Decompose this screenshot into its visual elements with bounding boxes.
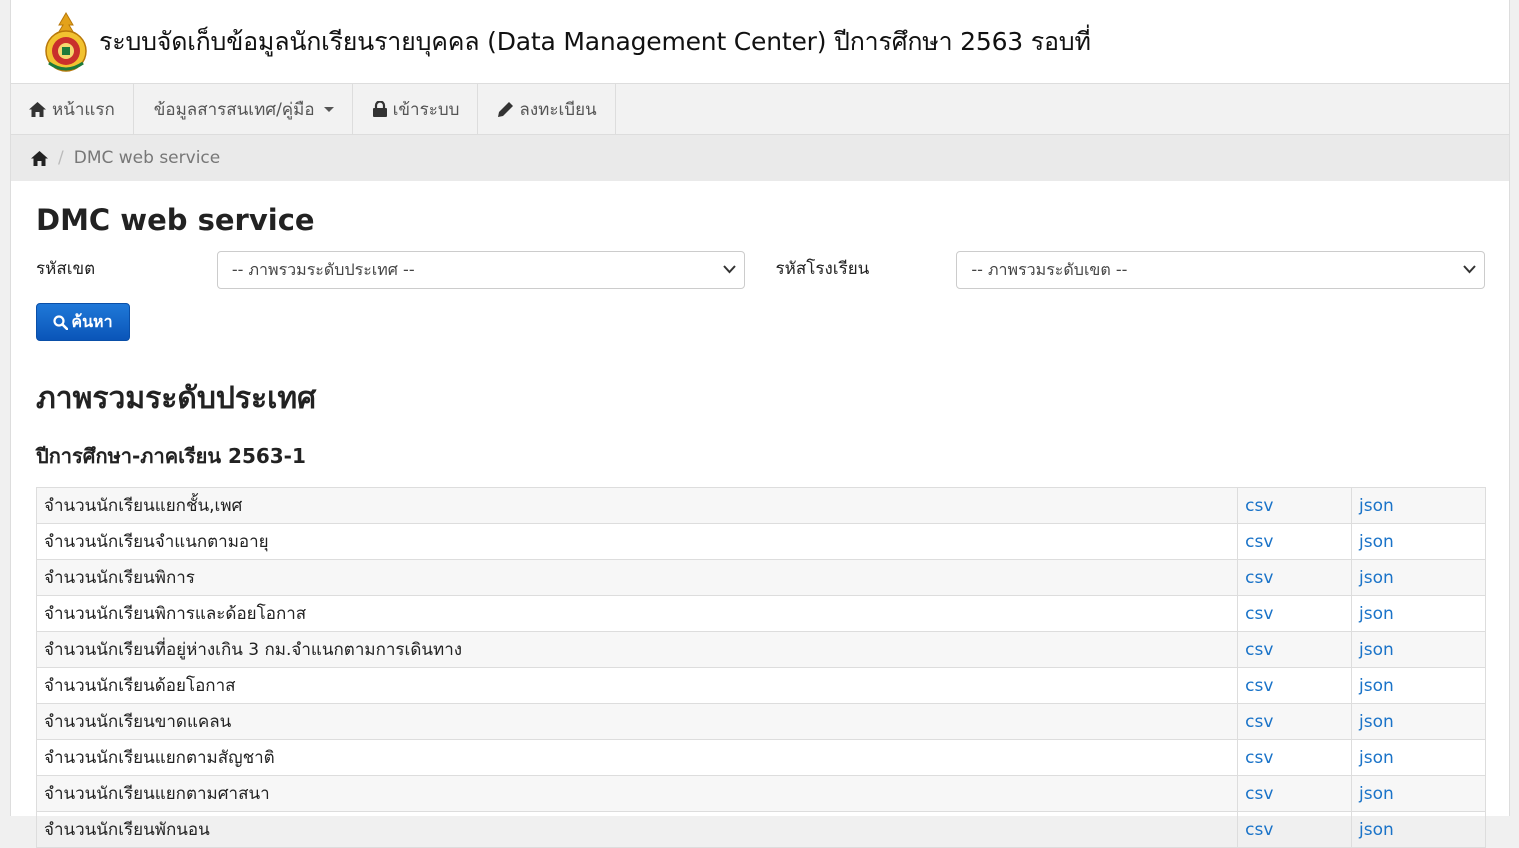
row-label: จำนวนนักเรียนด้อยโอกาส	[35, 667, 1239, 704]
chevron-down-icon	[1463, 265, 1476, 274]
csv-link[interactable]: csv	[1245, 568, 1273, 588]
table-row: จำนวนนักเรียนด้อยโอกาส csv json	[35, 667, 1486, 704]
table-row: จำนวนนักเรียนพักนอน csv json	[35, 811, 1486, 848]
json-link[interactable]: json	[1359, 748, 1394, 768]
section-subtitle: ปีการศึกษา-ภาคเรียน 2563-1	[36, 444, 306, 468]
row-label: จำนวนนักเรียนแยกตามสัญชาติ	[35, 739, 1239, 776]
filter-row: รหัสเขต -- ภาพรวมระดับประเทศ -- รหัสโรงเ…	[36, 251, 1485, 291]
district-label: รหัสเขต	[36, 259, 96, 279]
row-label: จำนวนนักเรียนแยกชั้น,เพศ	[35, 487, 1239, 524]
csv-link[interactable]: csv	[1245, 496, 1273, 516]
ministry-logo[interactable]	[43, 11, 89, 73]
breadcrumb-separator: /	[58, 148, 64, 168]
page-container: ระบบจัดเก็บข้อมูลนักเรียนรายบุคคล (Data …	[10, 0, 1510, 848]
row-label: จำนวนนักเรียนพิการและด้อยโอกาส	[35, 595, 1239, 632]
row-label: จำนวนนักเรียนจำแนกตามอายุ	[35, 523, 1239, 560]
school-select-value: -- ภาพรวมระดับเขต --	[971, 259, 1128, 279]
table-row: จำนวนนักเรียนจำแนกตามอายุ csv json	[35, 523, 1486, 560]
site-title: ระบบจัดเก็บข้อมูลนักเรียนรายบุคคล (Data …	[99, 26, 1091, 56]
search-button[interactable]: ค้นหา	[36, 303, 130, 341]
json-link[interactable]: json	[1359, 640, 1394, 660]
table-row: จำนวนนักเรียนแยกชั้น,เพศ csv json	[35, 487, 1486, 524]
search-icon	[53, 314, 69, 330]
json-link[interactable]: json	[1359, 712, 1394, 732]
nav-login[interactable]: เข้าระบบ	[353, 84, 479, 134]
nav-info-dropdown[interactable]: ข้อมูลสารสนเทศ/คู่มือ	[134, 84, 353, 134]
home-icon[interactable]	[31, 150, 48, 166]
chevron-down-icon	[722, 265, 736, 274]
json-link[interactable]: json	[1359, 532, 1394, 552]
main-content: DMC web service รหัสเขต -- ภาพรวมระดับปร…	[11, 181, 1509, 848]
lock-icon	[372, 101, 387, 117]
row-label: จำนวนนักเรียนพักนอน	[35, 811, 1239, 848]
home-icon	[29, 101, 46, 117]
section-title: ภาพรวมระดับประเทศ	[36, 381, 317, 416]
nav-home[interactable]: หน้าแรก	[11, 84, 134, 134]
data-table: จำนวนนักเรียนแยกชั้น,เพศ csv json จำนวนน…	[35, 487, 1486, 848]
csv-link[interactable]: csv	[1245, 604, 1273, 624]
csv-link[interactable]: csv	[1245, 676, 1273, 696]
json-link[interactable]: json	[1359, 784, 1394, 804]
nav-home-label: หน้าแรก	[52, 99, 115, 120]
school-select[interactable]: -- ภาพรวมระดับเขต --	[956, 251, 1485, 289]
nav-register-label: ลงทะเบียน	[519, 99, 597, 120]
csv-link[interactable]: csv	[1245, 640, 1273, 660]
nav-register[interactable]: ลงทะเบียน	[478, 84, 616, 134]
json-link[interactable]: json	[1359, 676, 1394, 696]
chevron-down-icon	[323, 106, 334, 112]
json-link[interactable]: json	[1359, 604, 1394, 624]
table-row: จำนวนนักเรียนที่อยู่ห่างเกิน 3 กม.จำแนกต…	[35, 631, 1486, 668]
table-row: จำนวนนักเรียนพิการและด้อยโอกาส csv json	[35, 595, 1486, 632]
page-title: DMC web service	[36, 203, 315, 237]
district-select-value: -- ภาพรวมระดับประเทศ --	[231, 259, 415, 279]
table-row: จำนวนนักเรียนพิการ csv json	[35, 559, 1486, 596]
school-label: รหัสโรงเรียน	[775, 259, 870, 279]
main-navbar: หน้าแรก ข้อมูลสารสนเทศ/คู่มือ เข้าระบบ ล…	[11, 84, 1509, 135]
nav-login-label: เข้าระบบ	[392, 99, 460, 120]
pencil-icon	[498, 101, 514, 117]
csv-link[interactable]: csv	[1245, 820, 1273, 840]
table-row: จำนวนนักเรียนขาดแคลน csv json	[35, 703, 1486, 740]
json-link[interactable]: json	[1359, 568, 1394, 588]
table-row: จำนวนนักเรียนแยกตามสัญชาติ csv json	[35, 739, 1486, 776]
json-link[interactable]: json	[1359, 820, 1394, 840]
csv-link[interactable]: csv	[1245, 532, 1273, 552]
nav-info-label: ข้อมูลสารสนเทศ/คู่มือ	[153, 99, 315, 120]
search-button-label: ค้นหา	[71, 311, 113, 331]
row-label: จำนวนนักเรียนขาดแคลน	[35, 703, 1239, 740]
json-link[interactable]: json	[1359, 496, 1394, 516]
breadcrumb-current: DMC web service	[73, 148, 221, 168]
csv-link[interactable]: csv	[1245, 712, 1273, 732]
row-label: จำนวนนักเรียนที่อยู่ห่างเกิน 3 กม.จำแนกต…	[35, 631, 1239, 668]
csv-link[interactable]: csv	[1245, 748, 1273, 768]
table-row: จำนวนนักเรียนแยกตามศาสนา csv json	[35, 775, 1486, 812]
row-label: จำนวนนักเรียนแยกตามศาสนา	[35, 775, 1239, 812]
csv-link[interactable]: csv	[1245, 784, 1273, 804]
district-select[interactable]: -- ภาพรวมระดับประเทศ --	[216, 251, 745, 289]
breadcrumb: / DMC web service	[11, 135, 1509, 181]
row-label: จำนวนนักเรียนพิการ	[35, 559, 1239, 596]
site-header: ระบบจัดเก็บข้อมูลนักเรียนรายบุคคล (Data …	[11, 0, 1509, 84]
